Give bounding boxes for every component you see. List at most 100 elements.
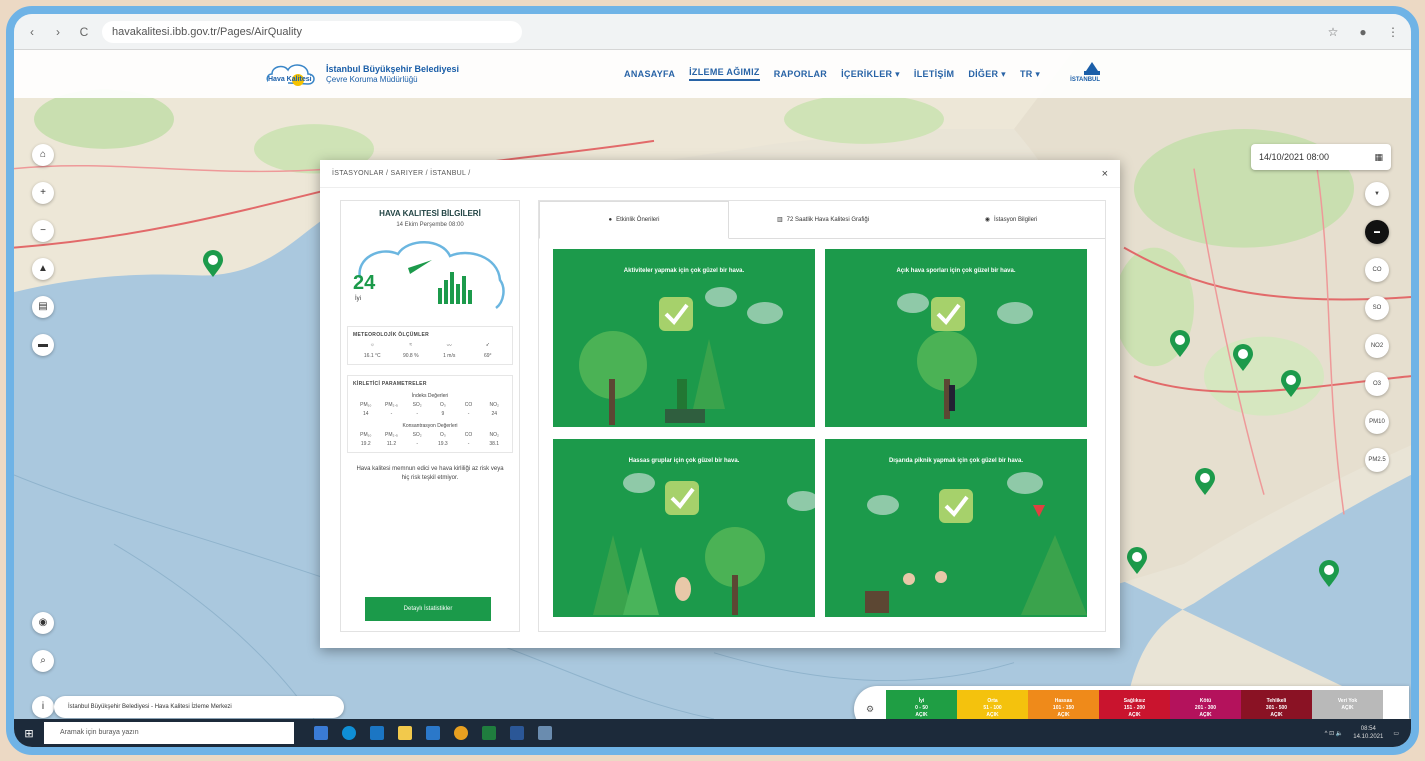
station-pin[interactable] [1232, 344, 1254, 372]
concentration-values-row: 19.2 11.2 - 19.3 - 38.1 [353, 441, 507, 447]
aqi-toggle-button[interactable]: ▬ [1365, 220, 1389, 244]
car-icon[interactable]: ▬ [32, 334, 54, 356]
modal-header: İSTASYONLAR / SARIYER / İSTANBUL / × [320, 160, 1120, 188]
clock[interactable]: 08:54 14.10.2021 [1353, 725, 1383, 741]
legend-no-data[interactable]: Veri Yok AÇIK [1312, 690, 1383, 719]
concentration-value: - [416, 441, 418, 447]
activity-cards: Aktiviteler yapmak için çok güzel bir ha… [553, 249, 1093, 621]
nav-other[interactable]: DİĞER ▾ [968, 69, 1006, 80]
param-no2-button[interactable]: NO2 [1365, 334, 1389, 358]
param-name: CO [464, 402, 473, 408]
home-icon[interactable]: ⌂ [32, 144, 54, 166]
concentration-value: 38.1 [489, 441, 500, 447]
edge-icon[interactable] [342, 726, 356, 740]
legend-moderate[interactable]: Orta 51 - 100 AÇIK [957, 690, 1028, 719]
aqi-value: 24 [353, 272, 376, 294]
excel-icon[interactable] [482, 726, 496, 740]
nav-monitoring[interactable]: İZLEME AĞIMIZ [689, 67, 760, 81]
info-icon[interactable]: i [32, 696, 54, 718]
browser-bar: ‹ › C havakalitesi.ibb.gov.tr/Pages/AirQ… [14, 14, 1411, 50]
param-pm10-button[interactable]: PM10 [1365, 410, 1389, 434]
aqi-category: İyi [355, 296, 361, 302]
forward-button[interactable]: › [50, 24, 66, 40]
param-name: PM₁₀ [360, 402, 372, 408]
param-names-row: PM₁₀ PM₂.₅ SO₂ O₃ CO NO₂ [353, 402, 507, 408]
param-name: O₃ [439, 402, 446, 408]
index-value: 24 [491, 411, 497, 417]
temperature-value: 16.1 °C [363, 353, 381, 359]
zoom-in-button[interactable]: + [32, 182, 54, 204]
address-bar[interactable]: havakalitesi.ibb.gov.tr/Pages/AirQuality [102, 20, 522, 43]
nav-contents[interactable]: İÇERİKLER ▾ [841, 69, 900, 80]
star-icon[interactable]: ☆ [1325, 24, 1341, 40]
nav-language[interactable]: TR ▾ [1020, 69, 1040, 80]
index-title: İndeks Değerleri [411, 393, 449, 399]
folder-icon[interactable] [398, 726, 412, 740]
date-picker[interactable]: 14/10/2021 08:00 ▦ [1251, 144, 1391, 170]
task-view-icon[interactable] [314, 726, 328, 740]
humidity-icon: ≈ [409, 342, 413, 348]
aqi-description: Hava kalitesi memnun edici ve hava kirli… [356, 466, 504, 481]
station-pin[interactable] [1194, 468, 1216, 496]
tab-activities[interactable]: ● Etkinlik Önerileri [539, 201, 729, 239]
param-so2-button[interactable]: SO [1365, 296, 1389, 320]
tab-station-info[interactable]: ◉ İstasyon Bilgileri [917, 201, 1105, 238]
station-pin[interactable] [1126, 547, 1148, 575]
param-pm25-button[interactable]: PM2.5 [1365, 448, 1389, 472]
layers-icon[interactable]: ▤ [32, 296, 54, 318]
taskbar-apps [314, 726, 552, 740]
mail-icon[interactable] [426, 726, 440, 740]
menu-icon[interactable]: ⋮ [1385, 24, 1401, 40]
reload-button[interactable]: C [76, 24, 92, 40]
param-co-button[interactable]: CO [1365, 258, 1389, 282]
legend-unhealthy[interactable]: Sağlıksız 151 - 200 AÇIK [1099, 690, 1170, 719]
filter-icon[interactable]: ▼ [1365, 182, 1389, 206]
north-arrow-icon[interactable]: ▲ [32, 258, 54, 280]
close-icon[interactable]: × [1102, 168, 1108, 180]
tab-72h-chart[interactable]: ▥ 72 Saatlik Hava Kalitesi Grafiği [729, 201, 917, 238]
detailed-stats-button[interactable]: Detaylı İstatistikler [365, 597, 491, 621]
location-icon[interactable]: ◉ [32, 612, 54, 634]
breadcrumb[interactable]: İSTASYONLAR / SARIYER / İSTANBUL / [332, 170, 470, 177]
nav-contact[interactable]: İLETİŞİM [914, 69, 954, 79]
word-icon[interactable] [510, 726, 524, 740]
store-icon[interactable] [370, 726, 384, 740]
legend-hazardous[interactable]: Tehlikeli 301 - 500 AÇIK [1241, 690, 1312, 719]
param-o3-button[interactable]: O3 [1365, 372, 1389, 396]
windows-start-icon[interactable]: ⊞ [14, 727, 44, 740]
site-logo[interactable]: Hava Kalitesi İstanbul Büyükşehir Beledi… [264, 56, 459, 92]
search-icon[interactable]: ⌕ [32, 650, 54, 672]
station-pin[interactable] [1318, 560, 1340, 588]
index-value: 9 [441, 411, 445, 417]
notification-icon[interactable]: ▭ [1393, 730, 1399, 737]
profile-icon[interactable]: ● [1355, 24, 1371, 40]
calendar-icon[interactable]: ▦ [1374, 152, 1383, 163]
card-text: Aktiviteler yapmak için çok güzel bir ha… [623, 268, 745, 274]
air-quality-info-panel: HAVA KALITESİ BİLGİLERİ 14 Ekim Perşembe… [340, 200, 520, 632]
zoom-out-button[interactable]: − [32, 220, 54, 242]
humidity-value: 90.8 % [402, 353, 419, 359]
settings-icon[interactable]: ⚙ [854, 704, 886, 715]
chrome-icon[interactable] [454, 726, 468, 740]
card-text: Hassas gruplar için çok güzel bir hava. [628, 458, 740, 464]
photos-icon[interactable] [538, 726, 552, 740]
nav-home[interactable]: ANASAYFA [624, 69, 675, 79]
taskbar-search[interactable]: Aramak için buraya yazın [44, 722, 294, 744]
recommendation-panel: ● Etkinlik Önerileri ▥ 72 Saatlik Hava K… [538, 200, 1106, 632]
map[interactable]: Hava Kalitesi İstanbul Büyükşehir Beledi… [14, 50, 1411, 719]
ibb-logo[interactable]: İSTANBUL [1062, 59, 1122, 89]
wind-direction-value: 69° [483, 353, 492, 359]
legend-sensitive[interactable]: Hassas 101 - 150 AÇIK [1028, 690, 1099, 719]
nav-reports[interactable]: RAPORLAR [774, 69, 827, 79]
station-pin[interactable] [1280, 370, 1302, 398]
parameter-buttons: ▼ ▬ CO SO NO2 O3 PM10 PM2.5 [1365, 182, 1389, 472]
station-pin[interactable] [1169, 330, 1191, 358]
legend-good[interactable]: İyi 0 - 50 AÇIK [886, 690, 957, 719]
station-pin[interactable] [202, 250, 224, 278]
map-tools: ⌂ + − ▲ ▤ ▬ [32, 144, 54, 356]
param-name: PM₂.₅ [385, 432, 398, 438]
tray-icons[interactable]: ^ ⊡ 🔈 [1325, 730, 1344, 737]
back-button[interactable]: ‹ [24, 24, 40, 40]
legend-bad[interactable]: Kötü 201 - 300 AÇIK [1170, 690, 1241, 719]
logo-text: Hava Kalitesi [268, 76, 312, 83]
